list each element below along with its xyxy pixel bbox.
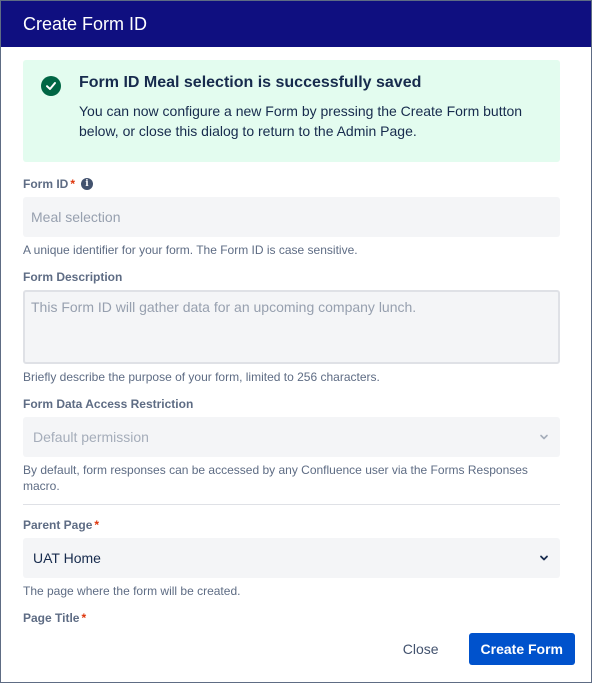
create-form-id-dialog: Create Form ID Form ID Meal selection is… <box>0 0 592 683</box>
form-description-label: Form Description <box>23 270 123 284</box>
form-id-label: Form ID * i <box>23 176 560 192</box>
form-id-placeholder: Meal selection <box>31 209 121 225</box>
access-restriction-help: By default, form responses can be access… <box>23 463 528 493</box>
chevron-down-icon <box>540 434 548 440</box>
create-form-button[interactable]: Create Form <box>468 633 575 665</box>
success-body: You can now configure a new Form by pres… <box>79 103 523 139</box>
form-id-field[interactable]: Meal selection <box>23 197 560 237</box>
form-description-help: Briefly describe the purpose of your for… <box>23 370 380 384</box>
success-title: Form ID Meal selection is successfully s… <box>79 74 422 91</box>
success-message: Form ID Meal selection is successfully s… <box>23 60 560 162</box>
dialog-footer: Close Create Form <box>1 616 591 682</box>
access-restriction-value: Default permission <box>33 429 149 445</box>
dialog-body[interactable]: Form ID Meal selection is successfully s… <box>23 47 560 626</box>
form-description-placeholder: This Form ID will gather data for an upc… <box>31 299 417 315</box>
parent-page-select[interactable]: UAT Home <box>23 538 560 578</box>
required-mark: * <box>70 177 76 191</box>
parent-page-help: The page where the form will be created. <box>23 584 241 598</box>
info-icon[interactable]: i <box>81 178 94 190</box>
parent-page-label: Parent Page * <box>23 518 100 532</box>
access-restriction-label: Form Data Access Restriction <box>23 397 194 411</box>
required-mark: * <box>94 518 100 532</box>
chevron-down-icon <box>540 555 548 561</box>
form-description-field[interactable]: This Form ID will gather data for an upc… <box>23 290 560 364</box>
form-id-help: A unique identifier for your form. The F… <box>23 243 358 257</box>
access-restriction-select[interactable]: Default permission <box>23 417 560 457</box>
check-circle-icon <box>41 76 61 96</box>
dialog-header: Create Form ID <box>1 1 591 47</box>
parent-page-value: UAT Home <box>33 550 101 566</box>
close-button[interactable]: Close <box>391 633 451 665</box>
dialog-title: Create Form ID <box>23 13 148 34</box>
